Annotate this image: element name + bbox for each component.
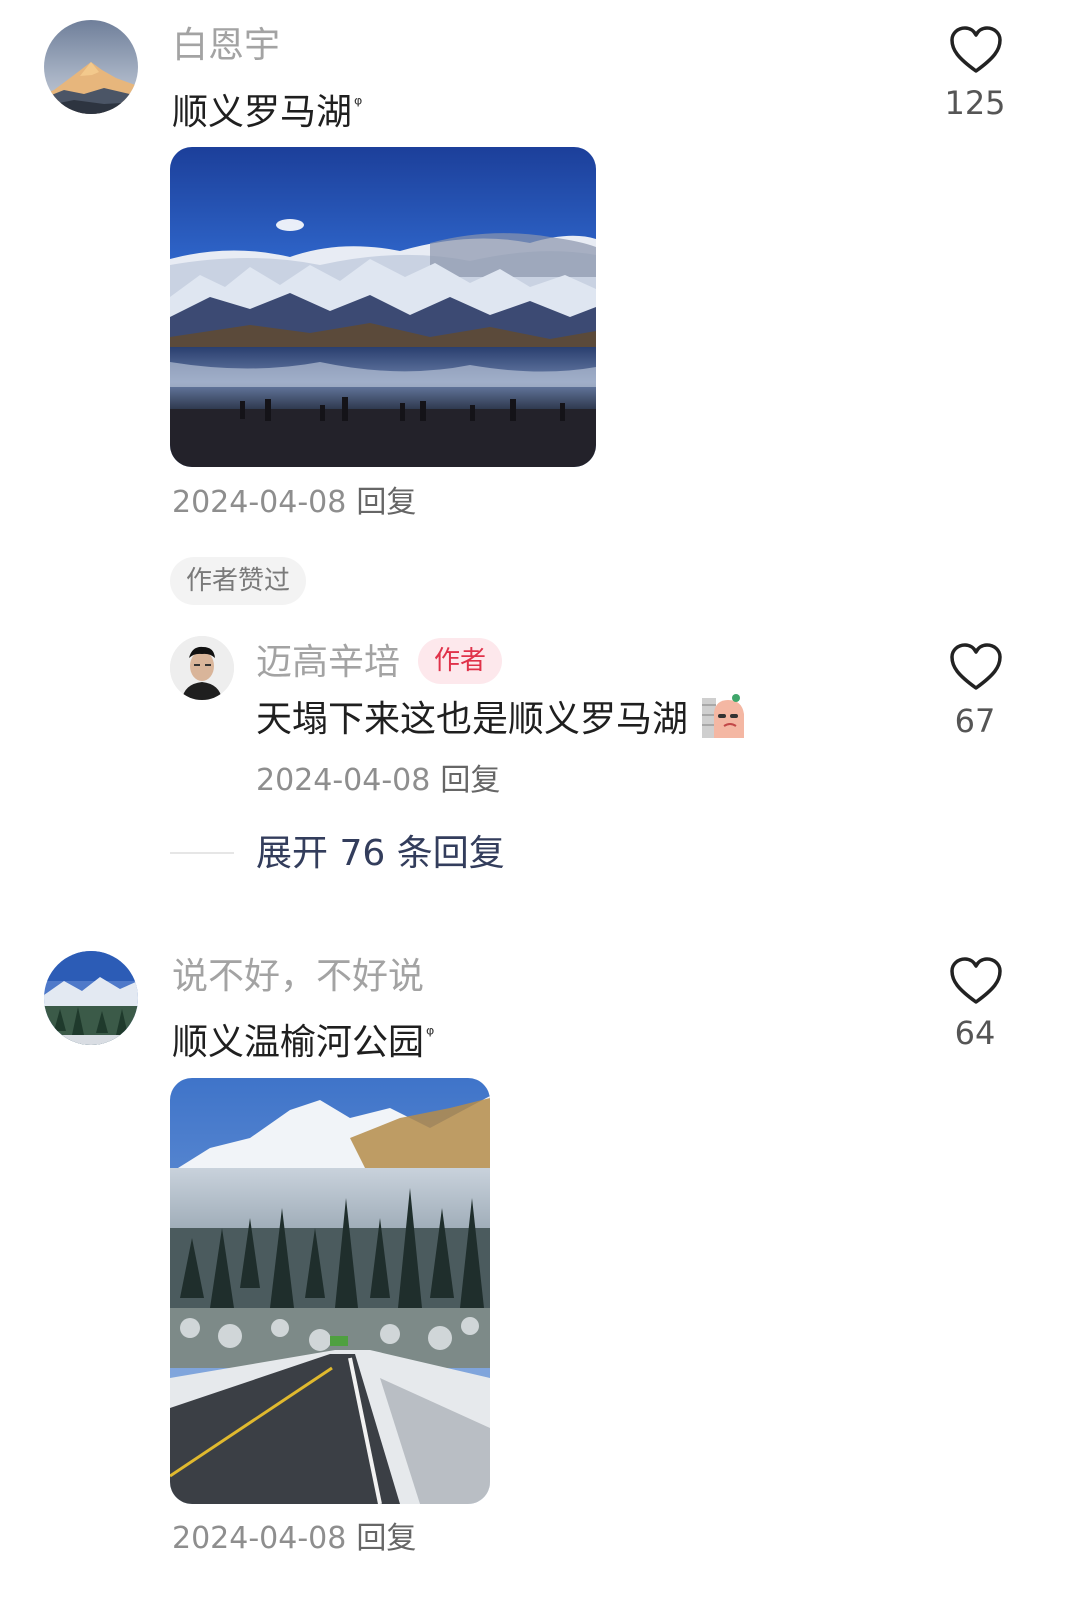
author-liked-tag: 作者赞过 [170, 557, 307, 605]
heart-icon [950, 26, 1002, 73]
like-count: 67 [954, 702, 996, 740]
like-button[interactable] [948, 641, 1004, 691]
comment-meta: 2024-04-08 回复 [172, 484, 416, 522]
author-badge: 作者 [418, 638, 503, 684]
avatar[interactable] [170, 636, 234, 700]
reply-meta: 2024-04-08 回复 [256, 762, 500, 800]
avatar[interactable] [44, 951, 138, 1045]
comment-date: 2024-04-08 [172, 485, 347, 520]
search-link-icon[interactable]: ᵠ [426, 1022, 434, 1046]
reply-text-body: 天塌下来这也是顺义罗马湖 [256, 699, 689, 740]
comment-text-body: 顺义温榆河公园 [172, 1022, 425, 1063]
comment-text-body: 顺义罗马湖 [172, 92, 353, 133]
comment-username[interactable]: 白恩宇 [172, 24, 280, 68]
comments-page: 白恩宇 顺义罗马湖 ᵠ 125 2024-04-08 回复 作者赞过 迈高辛培 … [0, 0, 1080, 1621]
comment-photo[interactable] [170, 147, 596, 467]
reply-button[interactable]: 回复 [356, 1521, 416, 1556]
like-count: 125 [944, 84, 1006, 122]
avatar[interactable] [44, 20, 138, 114]
reply-date: 2024-04-08 [256, 763, 431, 798]
comment-meta: 2024-04-08 回复 [172, 1520, 416, 1558]
comment-text[interactable]: 顺义温榆河公园 ᵠ [172, 1012, 434, 1065]
reply-button[interactable]: 回复 [356, 485, 416, 520]
heart-icon [950, 643, 1002, 690]
expand-replies-button[interactable]: 展开 76 条回复 [256, 832, 505, 876]
like-button[interactable] [948, 24, 1004, 74]
divider [170, 852, 234, 854]
sticker-emoji-icon [700, 692, 748, 740]
comment-text[interactable]: 顺义罗马湖 ᵠ [172, 82, 362, 135]
comment-username[interactable]: 说不好，不好说 [172, 955, 424, 999]
heart-icon [950, 957, 1002, 1004]
comment-date: 2024-04-08 [172, 1521, 347, 1556]
reply-button[interactable]: 回复 [440, 763, 500, 798]
like-button[interactable] [948, 955, 1004, 1005]
reply-username[interactable]: 迈高辛培 [256, 641, 400, 685]
search-link-icon[interactable]: ᵠ [354, 92, 362, 116]
reply-text[interactable]: 天塌下来这也是顺义罗马湖 [256, 698, 688, 742]
comment-photo[interactable] [170, 1078, 490, 1504]
like-count: 64 [954, 1014, 996, 1052]
